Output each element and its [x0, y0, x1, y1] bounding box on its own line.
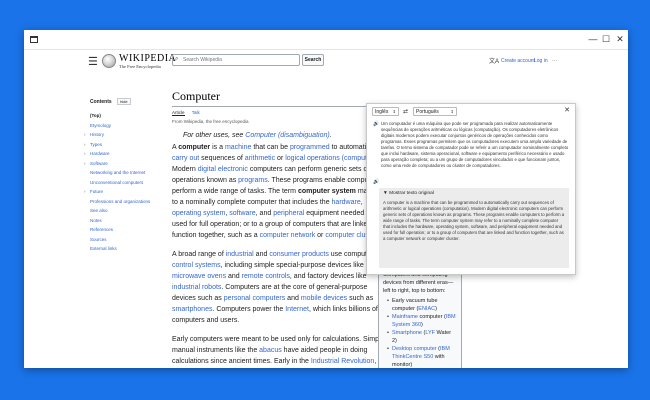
translated-block: 🔊 Um computador é uma máquina que pode s…	[373, 121, 569, 169]
toc-item-software[interactable]: › Software	[84, 159, 180, 169]
infobox-item: Smartphone (LYF Water 2)	[387, 329, 457, 345]
uses-paragraph: A broad range of industrial and consumer…	[172, 251, 387, 324]
search-input[interactable]: ⌕ Search Wikipedia	[172, 54, 300, 66]
toc-item-see-also[interactable]: See also	[90, 206, 180, 216]
toc-item-etymology[interactable]: Etymology	[90, 121, 180, 131]
translation-popup: Inglês ⇕ ⇄ Português ⇕ ✕ 🔊 Um computador…	[366, 103, 576, 275]
wiki-header: ☰ WIKIPEDIA The Free Encyclopedia ⌕ Sear…	[24, 50, 628, 92]
original-text: A computer is a machine that can be prog…	[383, 200, 565, 241]
article-content: Computer Article Talk From Wikipedia, th…	[172, 89, 388, 368]
toc-item-external-links[interactable]: External links	[90, 244, 180, 254]
toc-item-networking[interactable]: Networking and the Internet	[90, 168, 180, 178]
intro-paragraph: A computer is a machine that can be prog…	[172, 144, 388, 239]
infobox-item: Early vacuum tube computer (ENIAC)	[387, 297, 457, 313]
toc-header: Contents hide	[90, 98, 180, 105]
speaker-icon[interactable]: 🔊	[373, 121, 379, 127]
tab-article[interactable]: Article	[172, 110, 185, 116]
hatnote-text: For other uses, see	[183, 132, 246, 139]
chevron-right-icon[interactable]: ›	[84, 159, 86, 169]
toc-item-label: Future	[90, 189, 104, 194]
toc-item-notes[interactable]: Notes	[90, 216, 180, 226]
speaker-icon[interactable]: 🔊	[373, 179, 379, 185]
toc-item-types[interactable]: › Types	[84, 140, 180, 150]
toc-item-hardware[interactable]: › Hardware	[84, 149, 180, 159]
hatnote: For other uses, see Computer (disambigua…	[183, 132, 382, 139]
main-menu-icon[interactable]: ☰	[88, 55, 98, 68]
tab-talk[interactable]: Talk	[192, 110, 200, 115]
search-placeholder: Search Wikipedia	[183, 57, 222, 63]
toc-item-history[interactable]: › History	[84, 130, 180, 140]
toc-item-future[interactable]: › Future	[84, 187, 180, 197]
hatnote-end: .	[329, 132, 332, 139]
swap-languages-icon[interactable]: ⇄	[403, 108, 408, 115]
toc-title: Contents	[90, 99, 112, 105]
toc-item-professions[interactable]: Professions and organizations	[90, 197, 180, 207]
toc-item-unconventional[interactable]: Unconventional computers	[90, 178, 180, 188]
search-icon: ⌕	[175, 56, 179, 62]
toc-item-top[interactable]: (Top)	[90, 111, 180, 121]
toc-item-label: Types	[90, 141, 103, 147]
toc-item-references[interactable]: References	[90, 225, 180, 235]
log-in-link[interactable]: Log in	[534, 58, 548, 64]
toc-item-sources[interactable]: Sources	[90, 235, 180, 245]
infobox-item: Mainframe computer (IBM System 360)	[387, 313, 457, 329]
chevron-updown-icon: ⇕	[450, 109, 454, 114]
site-sub: From Wikipedia, the free encyclopedia	[172, 119, 249, 124]
window-icon	[30, 36, 38, 43]
search-button[interactable]: Search	[302, 54, 324, 66]
disambiguation-link[interactable]: Computer (disambiguation)	[245, 132, 329, 139]
create-account-link[interactable]: Create account	[501, 58, 535, 64]
wiki-page: ☰ WIKIPEDIA The Free Encyclopedia ⌕ Sear…	[24, 50, 628, 368]
chevron-right-icon[interactable]: ›	[84, 187, 86, 197]
translation-toolbar: Inglês ⇕ ⇄ Português ⇕ ✕	[367, 104, 575, 118]
close-translation-button[interactable]: ✕	[564, 106, 570, 114]
chevron-right-icon[interactable]: ›	[84, 140, 86, 150]
article-tabs: Article Talk	[172, 110, 382, 116]
browser-window: — ☐ ✕ ☰ WIKIPEDIA The Free Encyclopedia …	[24, 30, 628, 368]
source-language-value: Inglês	[375, 109, 389, 115]
chevron-right-icon[interactable]: ›	[84, 149, 86, 159]
logo-wordmark[interactable]: WIKIPEDIA	[119, 53, 176, 64]
original-text-panel: ▼ Mostrar texto original A computer is a…	[379, 188, 569, 268]
target-language-select[interactable]: Português ⇕	[413, 107, 457, 116]
minimize-button[interactable]: —	[587, 33, 599, 45]
target-language-value: Português	[416, 109, 439, 115]
toc-item-label: Software	[90, 160, 108, 166]
wikipedia-globe-logo[interactable]	[102, 54, 116, 68]
table-of-contents: Contents hide (Top) Etymology › History ›…	[84, 98, 180, 254]
page-title: Computer	[172, 89, 372, 107]
toc-hide-button[interactable]: hide	[117, 98, 131, 105]
show-original-toggle[interactable]: ▼ Mostrar texto original	[383, 191, 565, 197]
toc-item-label: History	[90, 132, 105, 137]
translate-icon[interactable]: 文A	[489, 56, 499, 65]
infobox-item: Desktop computer (IBM ThinkCentre S50 wi…	[387, 345, 457, 368]
close-window-button[interactable]: ✕	[614, 33, 626, 45]
chevron-right-icon[interactable]: ›	[84, 130, 86, 140]
logo-tagline: The Free Encyclopedia	[119, 64, 161, 69]
more-options-icon[interactable]: ⋯	[552, 58, 557, 64]
infobox-list: Early vacuum tube computer (ENIAC) Mainf…	[381, 295, 459, 368]
source-language-select[interactable]: Inglês ⇕	[372, 107, 399, 116]
maximize-button[interactable]: ☐	[600, 33, 612, 45]
history-paragraph: Early computers were meant to be used on…	[172, 336, 385, 365]
title-bar: — ☐ ✕	[24, 30, 628, 50]
translated-text: Um computador é uma máquina que pode ser…	[381, 121, 569, 168]
toc-list: (Top) Etymology › History › Types › Hardwar…	[84, 111, 180, 254]
chevron-updown-icon: ⇕	[392, 109, 396, 114]
toc-item-label: Hardware	[90, 151, 110, 156]
